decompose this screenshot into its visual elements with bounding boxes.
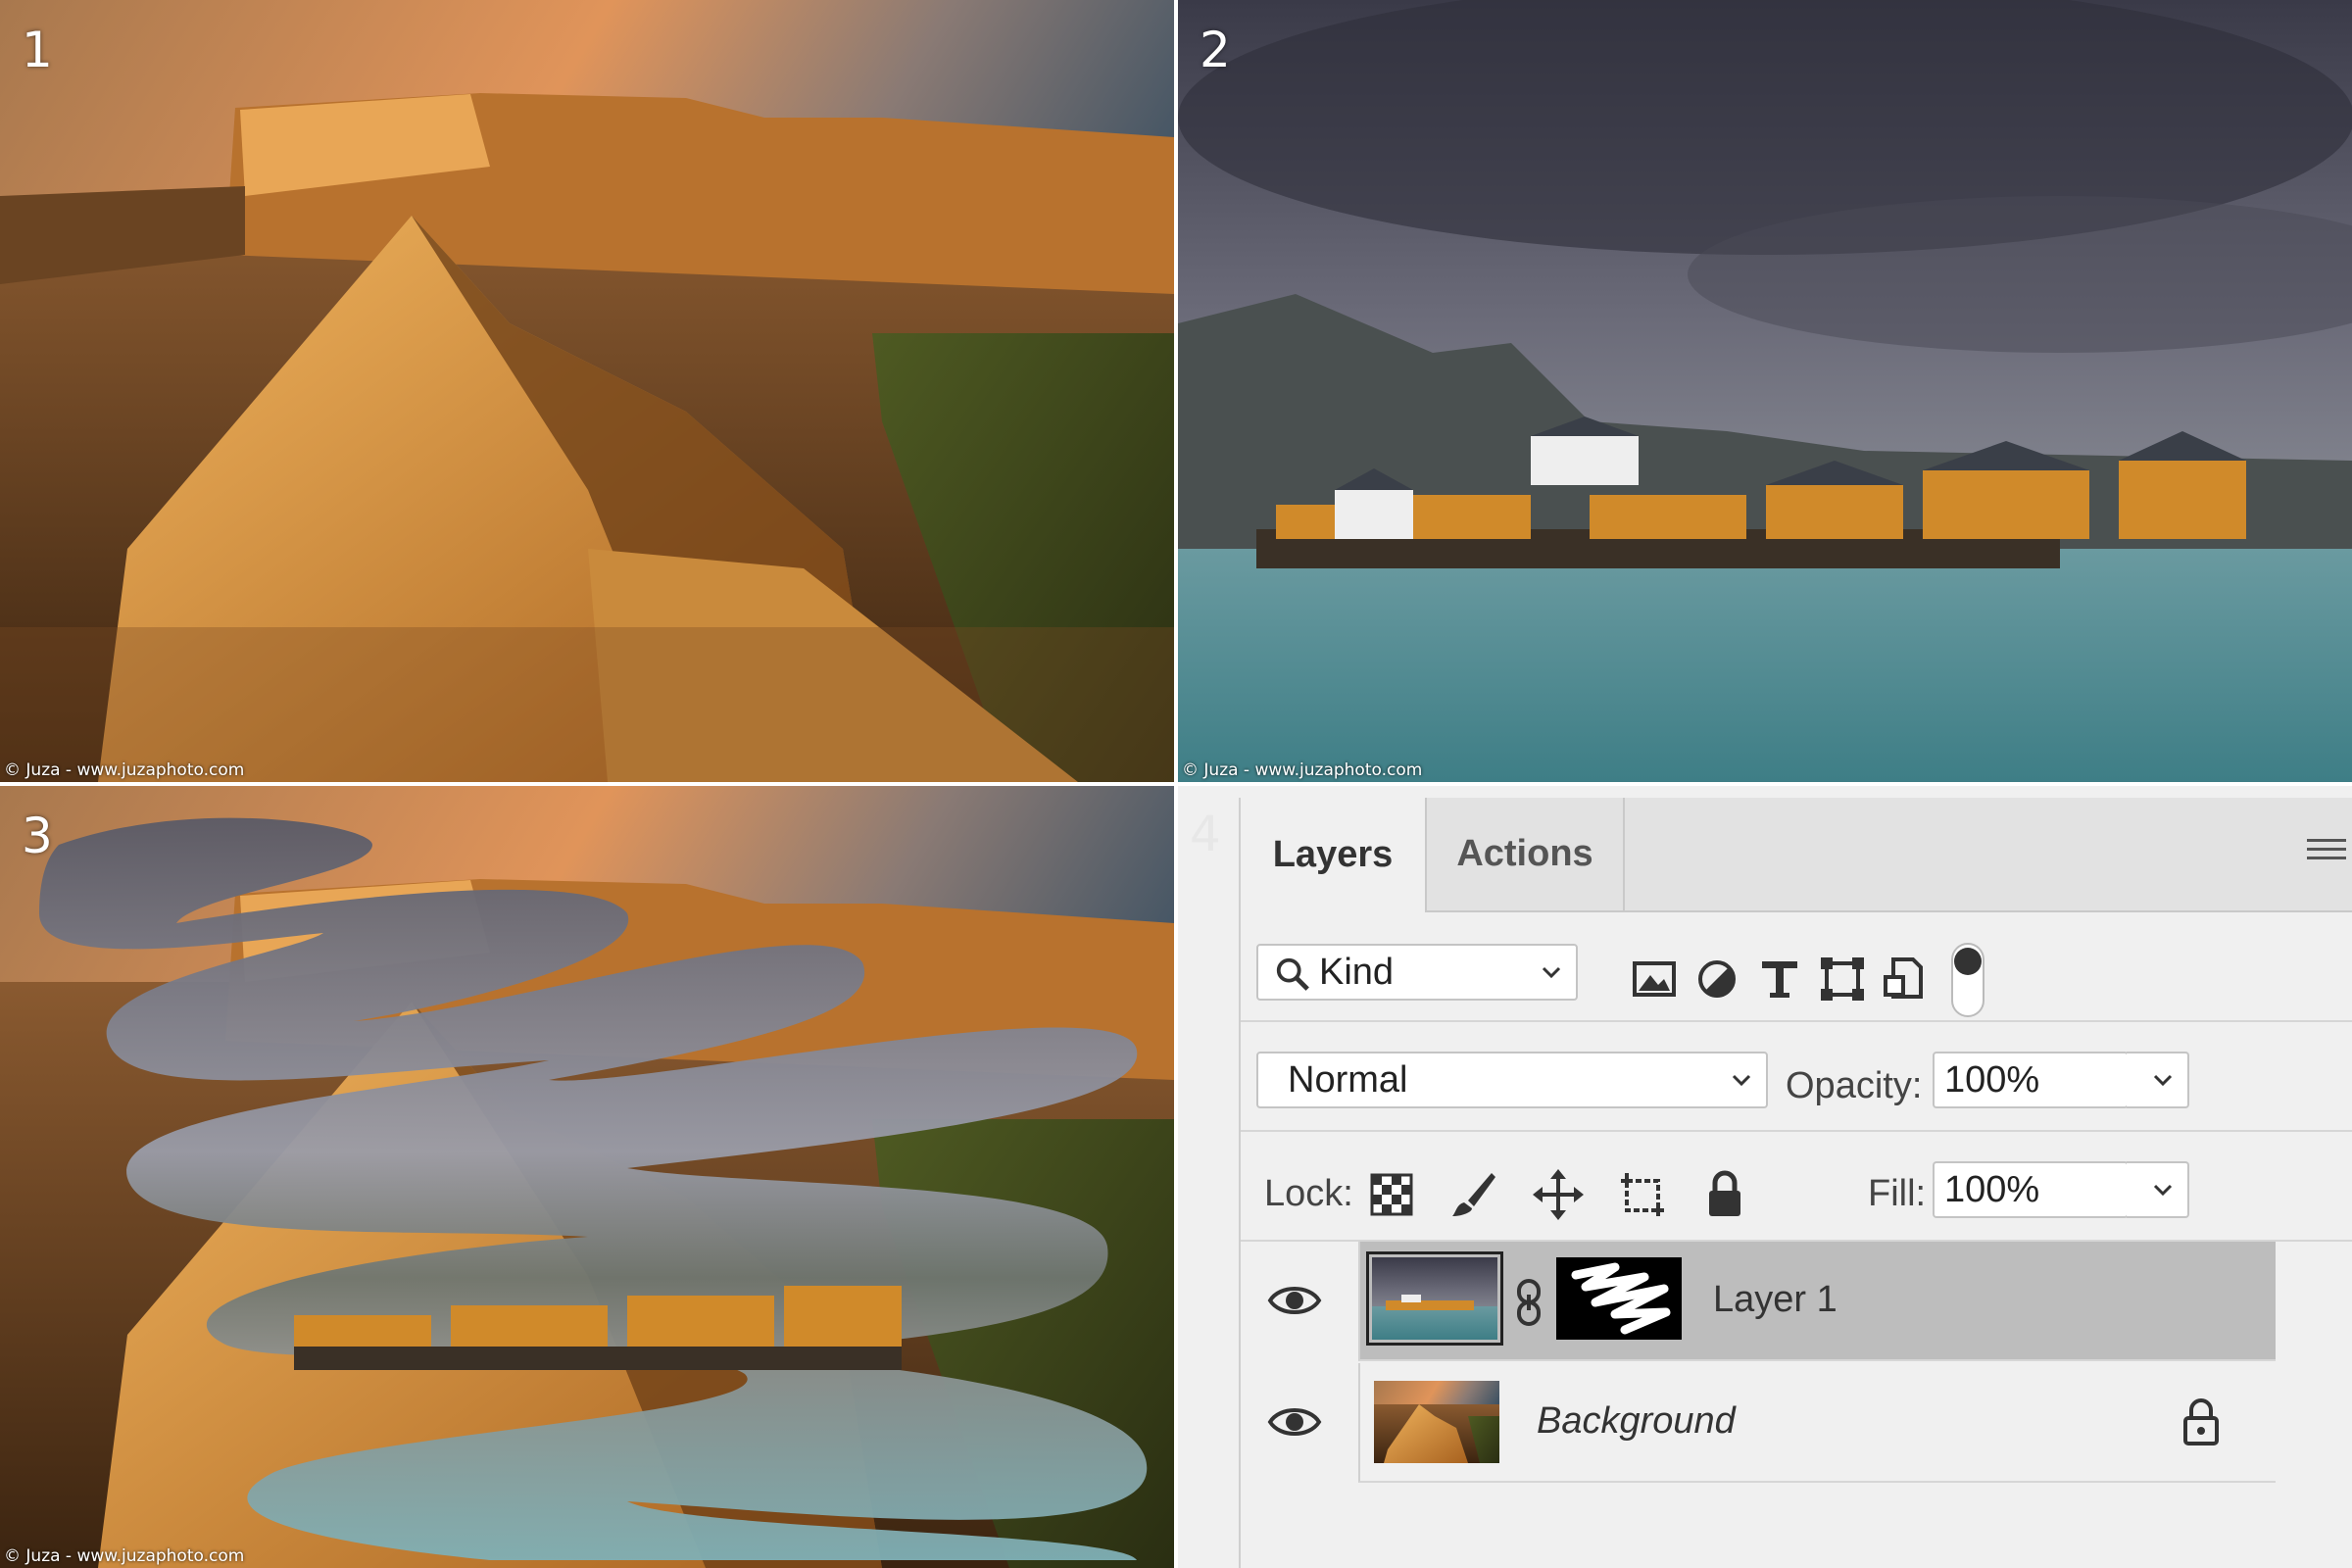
blend-mode-value: Normal: [1288, 1058, 1408, 1101]
layers-panel-screenshot: 4 Layers Actions Kind Normal Opacity: 10…: [1178, 786, 2352, 1568]
photo-credit: © Juza - www.juzaphoto.com: [4, 1546, 245, 1566]
layer-body[interactable]: Layer 1: [1358, 1242, 2276, 1361]
composite-scene: [0, 786, 1174, 1568]
lock-image-pixels-icon[interactable]: [1446, 1167, 1501, 1222]
layers-panel: Layers Actions Kind Normal Opacity: 100%: [1239, 798, 2352, 1568]
lock-row: Lock: Fill: 100%: [1241, 1132, 2352, 1242]
mask-scribble-image: [1571, 1262, 1671, 1335]
blend-row: Normal Opacity: 100%: [1241, 1022, 2352, 1132]
tab-layers[interactable]: Layers: [1241, 798, 1427, 912]
chevron-down-icon: [1542, 966, 1561, 979]
layer-body[interactable]: Background: [1358, 1363, 2276, 1483]
chevron-down-icon: [2153, 1074, 2173, 1087]
photo-credit: © Juza - www.juzaphoto.com: [1182, 760, 1423, 780]
panel-number: 4: [1190, 806, 1221, 862]
fill-label: Fill:: [1868, 1173, 1927, 1214]
shape-filter-icon[interactable]: [1817, 954, 1868, 1004]
blend-mode-dropdown[interactable]: Normal: [1256, 1052, 1768, 1108]
filter-kind-dropdown[interactable]: Kind: [1256, 944, 1578, 1001]
image-filter-icon[interactable]: [1629, 954, 1680, 1004]
badlands-scene: [0, 0, 1174, 782]
layer-mask-thumbnail[interactable]: [1556, 1257, 1682, 1340]
layer-thumbnail-image: [1372, 1257, 1497, 1340]
layer-thumbnail[interactable]: [1366, 1251, 1503, 1346]
chevron-down-icon: [2153, 1184, 2173, 1197]
visibility-eye-icon[interactable]: [1266, 1396, 1323, 1447]
layer-locked-icon: [2183, 1398, 2219, 1446]
photo-credit: © Juza - www.juzaphoto.com: [4, 760, 245, 780]
photo-fishing-village: 2 © Juza - www.juzaphoto.com: [1178, 0, 2352, 782]
type-filter-icon[interactable]: [1754, 954, 1805, 1004]
fill-input[interactable]: 100%: [1933, 1161, 2129, 1218]
lock-artboard-icon[interactable]: [1615, 1167, 1670, 1222]
smart-object-filter-icon[interactable]: [1880, 954, 1931, 1004]
filter-kind-label: Kind: [1319, 951, 1395, 993]
lock-transparent-pixels-icon[interactable]: [1364, 1167, 1419, 1222]
panel-menu-icon[interactable]: [2307, 839, 2346, 870]
fill-slider-toggle[interactable]: [2127, 1161, 2189, 1218]
layer-name[interactable]: Layer 1: [1713, 1279, 1838, 1321]
layer-thumbnail-image: [1374, 1381, 1499, 1463]
photo-badlands: 1 © Juza - www.juzaphoto.com: [0, 0, 1174, 782]
adjustment-filter-icon[interactable]: [1691, 954, 1742, 1004]
photo-composite-masked: 3 © Juza - www.juzaphoto.com: [0, 786, 1174, 1568]
opacity-slider-toggle[interactable]: [2127, 1052, 2189, 1108]
layer-row-background[interactable]: Background: [1241, 1363, 2352, 1483]
tab-actions[interactable]: Actions: [1427, 798, 1625, 910]
lock-position-icon[interactable]: [1531, 1167, 1586, 1222]
panel-number: 3: [22, 808, 53, 864]
layer-thumbnail[interactable]: [1374, 1381, 1499, 1463]
panel-number: 2: [1200, 22, 1231, 78]
opacity-label: Opacity:: [1786, 1065, 1923, 1106]
filter-toggle-icon[interactable]: [1950, 942, 1985, 1018]
mask-link-icon[interactable]: [1511, 1277, 1546, 1328]
lock-all-icon[interactable]: [1697, 1167, 1752, 1222]
opacity-input[interactable]: 100%: [1933, 1052, 2129, 1108]
panel-tab-bar: Layers Actions: [1241, 798, 2352, 912]
layer-row-layer-1[interactable]: Layer 1: [1241, 1242, 2352, 1361]
chevron-down-icon: [1732, 1074, 1751, 1087]
filter-row: Kind: [1241, 912, 2352, 1022]
search-icon: [1276, 957, 1309, 991]
lock-label: Lock:: [1264, 1173, 1353, 1214]
panel-number: 1: [22, 22, 53, 78]
visibility-eye-icon[interactable]: [1266, 1275, 1323, 1326]
layer-name[interactable]: Background: [1537, 1400, 1736, 1443]
village-scene: [1178, 0, 2352, 782]
